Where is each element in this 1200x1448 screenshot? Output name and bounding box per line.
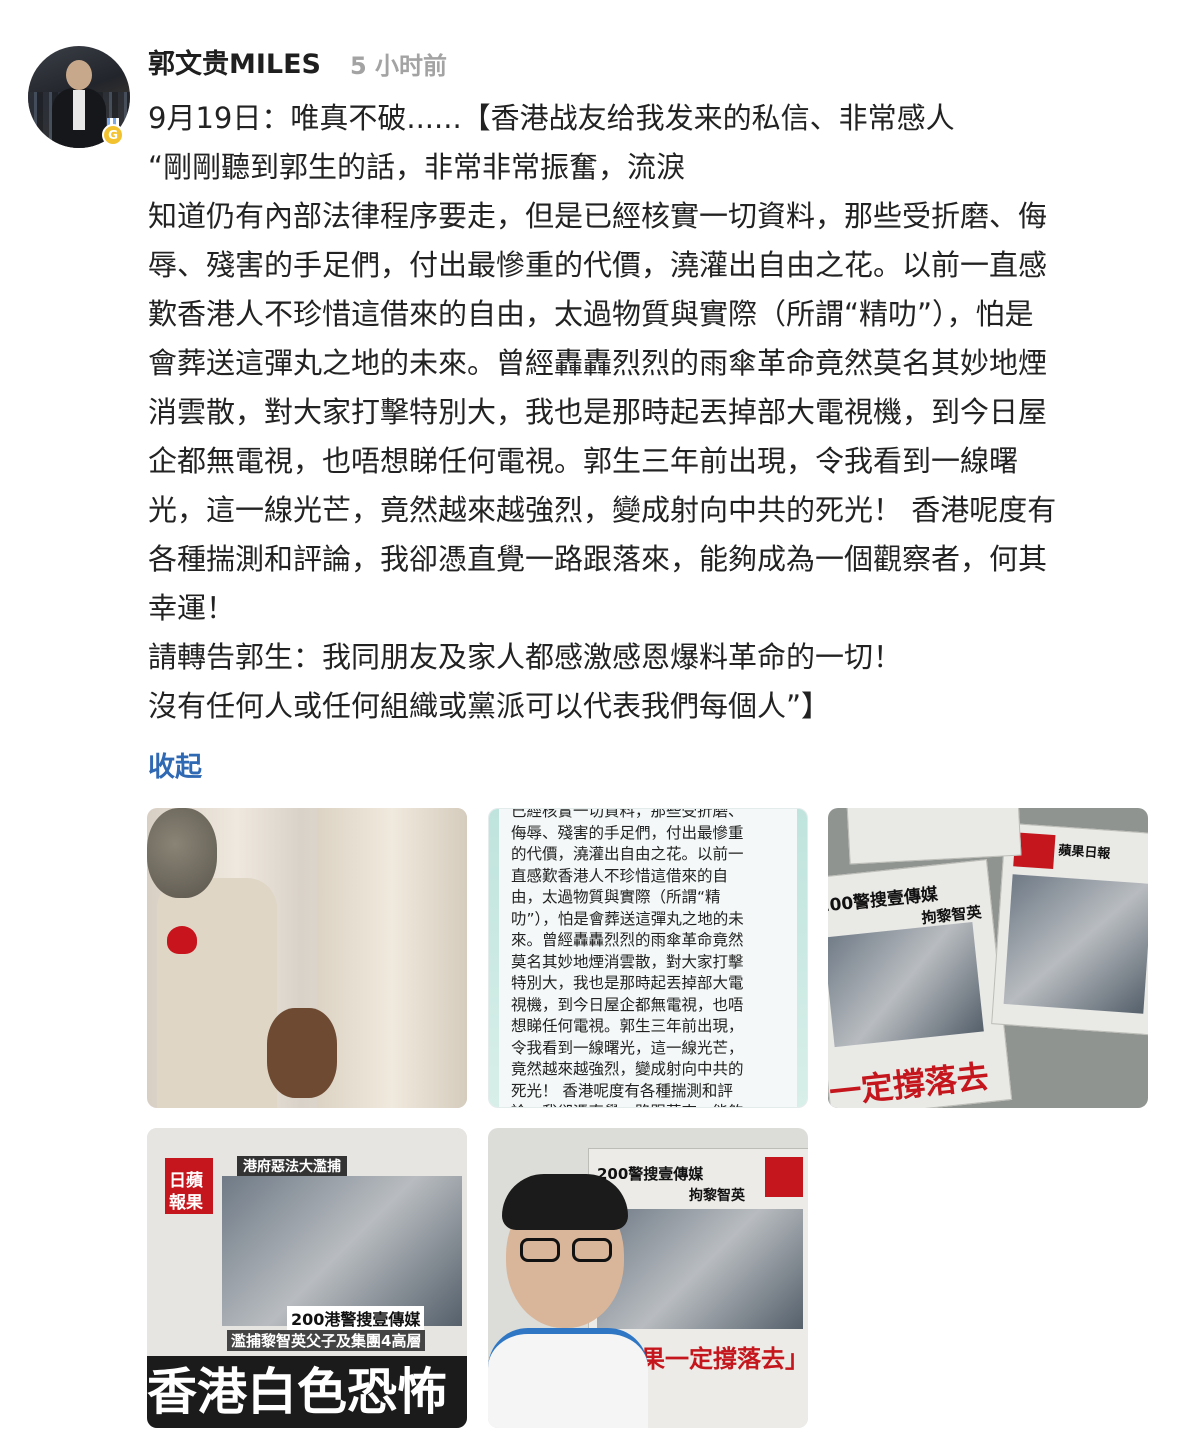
glasses-lens-left xyxy=(520,1238,560,1262)
avatar-person-shirt xyxy=(73,90,85,130)
verified-medal-icon: G xyxy=(100,118,126,146)
post-line: 沒有任何人或任何組織或黨派可以代表我們每個人”】 xyxy=(148,689,831,723)
post-line: 幸運！ xyxy=(148,591,236,625)
post-line: 辱、殘害的手足們，付出最慘重的代價，澆灌出自由之花。以前一直感 xyxy=(148,248,1048,282)
screenshot-text: 已經核實一切資料，那些受折磨、 侮辱、殘害的手足們，付出最慘重 的代價，澆灌出自… xyxy=(511,808,744,1107)
post-timestamp: 5 小时前 xyxy=(350,52,448,80)
post-line: 請轉告郭生：我同朋友及家人都感激感恩爆料革命的一切！ xyxy=(148,640,903,674)
image-thumbnail-front-page[interactable]: 日蘋 報果 港府惡法大濫捕 200港警搜壹傳媒 濫捕黎智英父子及集團4高層 香港… xyxy=(147,1128,467,1428)
top-banner: 港府惡法大濫捕 xyxy=(237,1156,347,1176)
newspaper-photo xyxy=(222,1176,462,1326)
newspaper-photo xyxy=(1003,874,1148,1014)
sub-headline: 200港警搜壹傳媒 xyxy=(287,1306,425,1330)
sub-headline: 濫捕黎智英父子及集團4高層 xyxy=(227,1330,426,1351)
glasses-lens-right xyxy=(572,1238,612,1262)
newspaper-photo xyxy=(828,922,984,1048)
photo-mask xyxy=(147,808,217,898)
apple-daily-logo xyxy=(765,1157,803,1197)
newspaper-front-page: 日蘋 報果 港府惡法大濫捕 200港警搜壹傳媒 濫捕黎智英父子及集團4高層 香港… xyxy=(147,1128,467,1428)
image-thumbnail-newspaper-stacks[interactable]: 200警搜壹傳媒 拘黎智英 一定撐落去 蘋果日報 xyxy=(828,808,1148,1108)
post-line: 知道仍有內部法律程序要走，但是已經核實一切資料，那些受折磨、侮 xyxy=(148,199,1048,233)
post-line: 9月19日：唯真不破......【香港战友给我发来的私信、非常感人 xyxy=(148,101,955,135)
selfie-glasses xyxy=(516,1238,616,1262)
newspaper-headline: 拘黎智英 xyxy=(689,1188,745,1204)
photo-trousers xyxy=(317,808,467,1108)
newspaper-masthead: 蘋果日報 xyxy=(1057,843,1111,862)
photo-red-heart xyxy=(167,926,197,954)
post-line: 會葬送這彈丸之地的未來。曾經轟轟烈烈的雨傘革命竟然莫名其妙地煙 xyxy=(148,346,1048,380)
photo-hand xyxy=(267,1008,337,1098)
author-name[interactable]: 郭文贵MILES xyxy=(148,42,321,81)
newspaper-stack-left: 200警搜壹傳媒 拘黎智英 一定撐落去 xyxy=(828,859,1013,1108)
collapse-link[interactable]: 收起 xyxy=(148,745,202,784)
image-thumbnail-selfie-newspaper[interactable]: 200警搜壹傳媒 拘黎智英 「蘋果一定撐落去」 xyxy=(488,1128,808,1428)
post-line: 企都無電視，也唔想睇任何電視。郭生三年前出現，令我看到一線曙 xyxy=(148,444,1019,478)
newspaper-headline: 200警搜壹傳媒 xyxy=(597,1165,704,1183)
screenshot-left-edge xyxy=(489,809,499,1107)
image-thumbnail-fashion[interactable] xyxy=(147,808,467,1108)
post-line: 各種揣測和評論，我卻憑直覺一路跟落來，能夠成為一個觀察者，何其 xyxy=(148,542,1048,576)
masthead-line: 報果 xyxy=(169,1193,203,1213)
selfie-hair xyxy=(502,1174,628,1230)
medal-coin: G xyxy=(102,124,124,146)
newspaper-stack-top xyxy=(846,808,1022,865)
photo-coat xyxy=(157,878,277,1108)
avatar-person-head xyxy=(66,60,92,90)
big-headline: 香港白色恐怖 xyxy=(147,1356,467,1428)
selfie-shirt xyxy=(488,1328,648,1428)
post-body: 9月19日：唯真不破......【香港战友给我发来的私信、非常感人 “剛剛聽到郭… xyxy=(148,94,1158,731)
newspaper-slogan: 一定撐落去 xyxy=(828,1057,991,1108)
post-line: 消雲散，對大家打擊特別大，我也是那時起丟掉部大電視機，到今日屋 xyxy=(148,395,1048,429)
image-thumbnail-text-screenshot[interactable]: 已經核實一切資料，那些受折磨、 侮辱、殘害的手足們，付出最慘重 的代價，澆灌出自… xyxy=(488,808,808,1108)
post-line: 光，這一線光芒，竟然越來越強烈，變成射向中共的死光！ 香港呢度有 xyxy=(148,493,1057,527)
post-line: 歎香港人不珍惜這借來的自由，太過物質與實際（所謂“精叻”），怕是 xyxy=(148,297,1034,331)
newspaper-photo xyxy=(597,1209,803,1329)
post-line: “剛剛聽到郭生的話，非常非常振奮，流淚 xyxy=(148,150,686,184)
screenshot-right-edge xyxy=(797,809,807,1107)
